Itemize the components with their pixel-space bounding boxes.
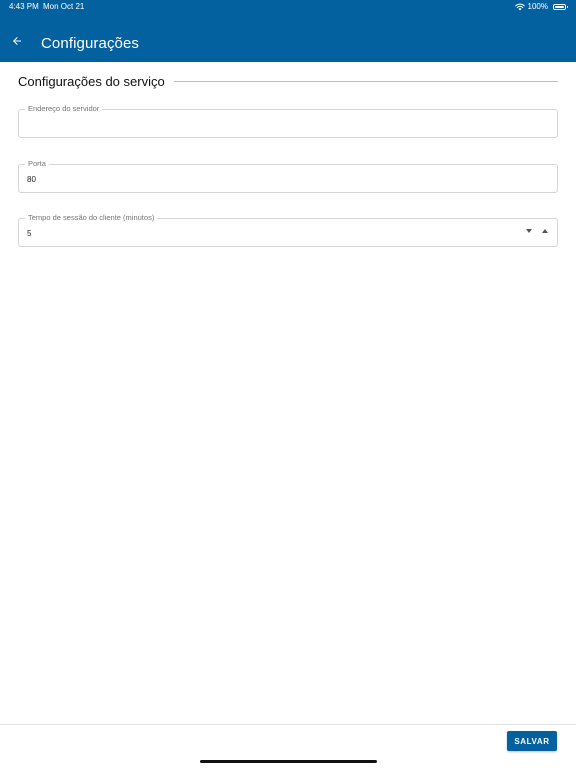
port-field[interactable]: Porta bbox=[18, 159, 558, 193]
status-date: Mon Oct 21 bbox=[43, 2, 85, 11]
top-bar: 4:43 PM Mon Oct 21 100% Configurações bbox=[0, 0, 576, 62]
section-title: Configurações do serviço bbox=[18, 73, 165, 89]
session-timeout-stepper bbox=[526, 229, 548, 233]
home-indicator bbox=[200, 760, 377, 763]
server-address-field[interactable]: Endereço do servidor bbox=[18, 104, 558, 138]
save-button[interactable]: SALVAR bbox=[507, 731, 557, 751]
back-button[interactable] bbox=[6, 30, 28, 52]
status-indicators: 100% bbox=[514, 0, 568, 14]
session-timeout-label: Tempo de sessão do cliente (minutos) bbox=[25, 213, 158, 223]
section-header: Configurações do serviço bbox=[18, 72, 558, 90]
app-bar: Configurações bbox=[0, 28, 576, 62]
server-address-input[interactable] bbox=[27, 117, 517, 131]
session-timeout-input[interactable] bbox=[27, 226, 517, 240]
arrow-left-icon bbox=[13, 37, 21, 45]
settings-screen: 4:43 PM Mon Oct 21 100% Configurações Co… bbox=[0, 0, 576, 768]
footer-divider bbox=[0, 724, 576, 725]
port-input[interactable] bbox=[27, 172, 517, 186]
status-time: 4:43 PM bbox=[9, 2, 39, 11]
battery-percent: 100% bbox=[527, 2, 548, 11]
server-address-label: Endereço do servidor bbox=[25, 104, 103, 114]
port-label: Porta bbox=[25, 159, 49, 169]
session-timeout-field[interactable]: Tempo de sessão do cliente (minutos) bbox=[18, 213, 558, 247]
status-bar: 4:43 PM Mon Oct 21 100% bbox=[0, 0, 576, 14]
decrement-triangle-icon[interactable] bbox=[526, 229, 532, 233]
section-divider bbox=[173, 80, 558, 82]
battery-icon bbox=[553, 4, 568, 10]
wifi-icon bbox=[514, 3, 525, 11]
page-title: Configurações bbox=[41, 35, 140, 52]
increment-triangle-icon[interactable] bbox=[542, 229, 548, 233]
